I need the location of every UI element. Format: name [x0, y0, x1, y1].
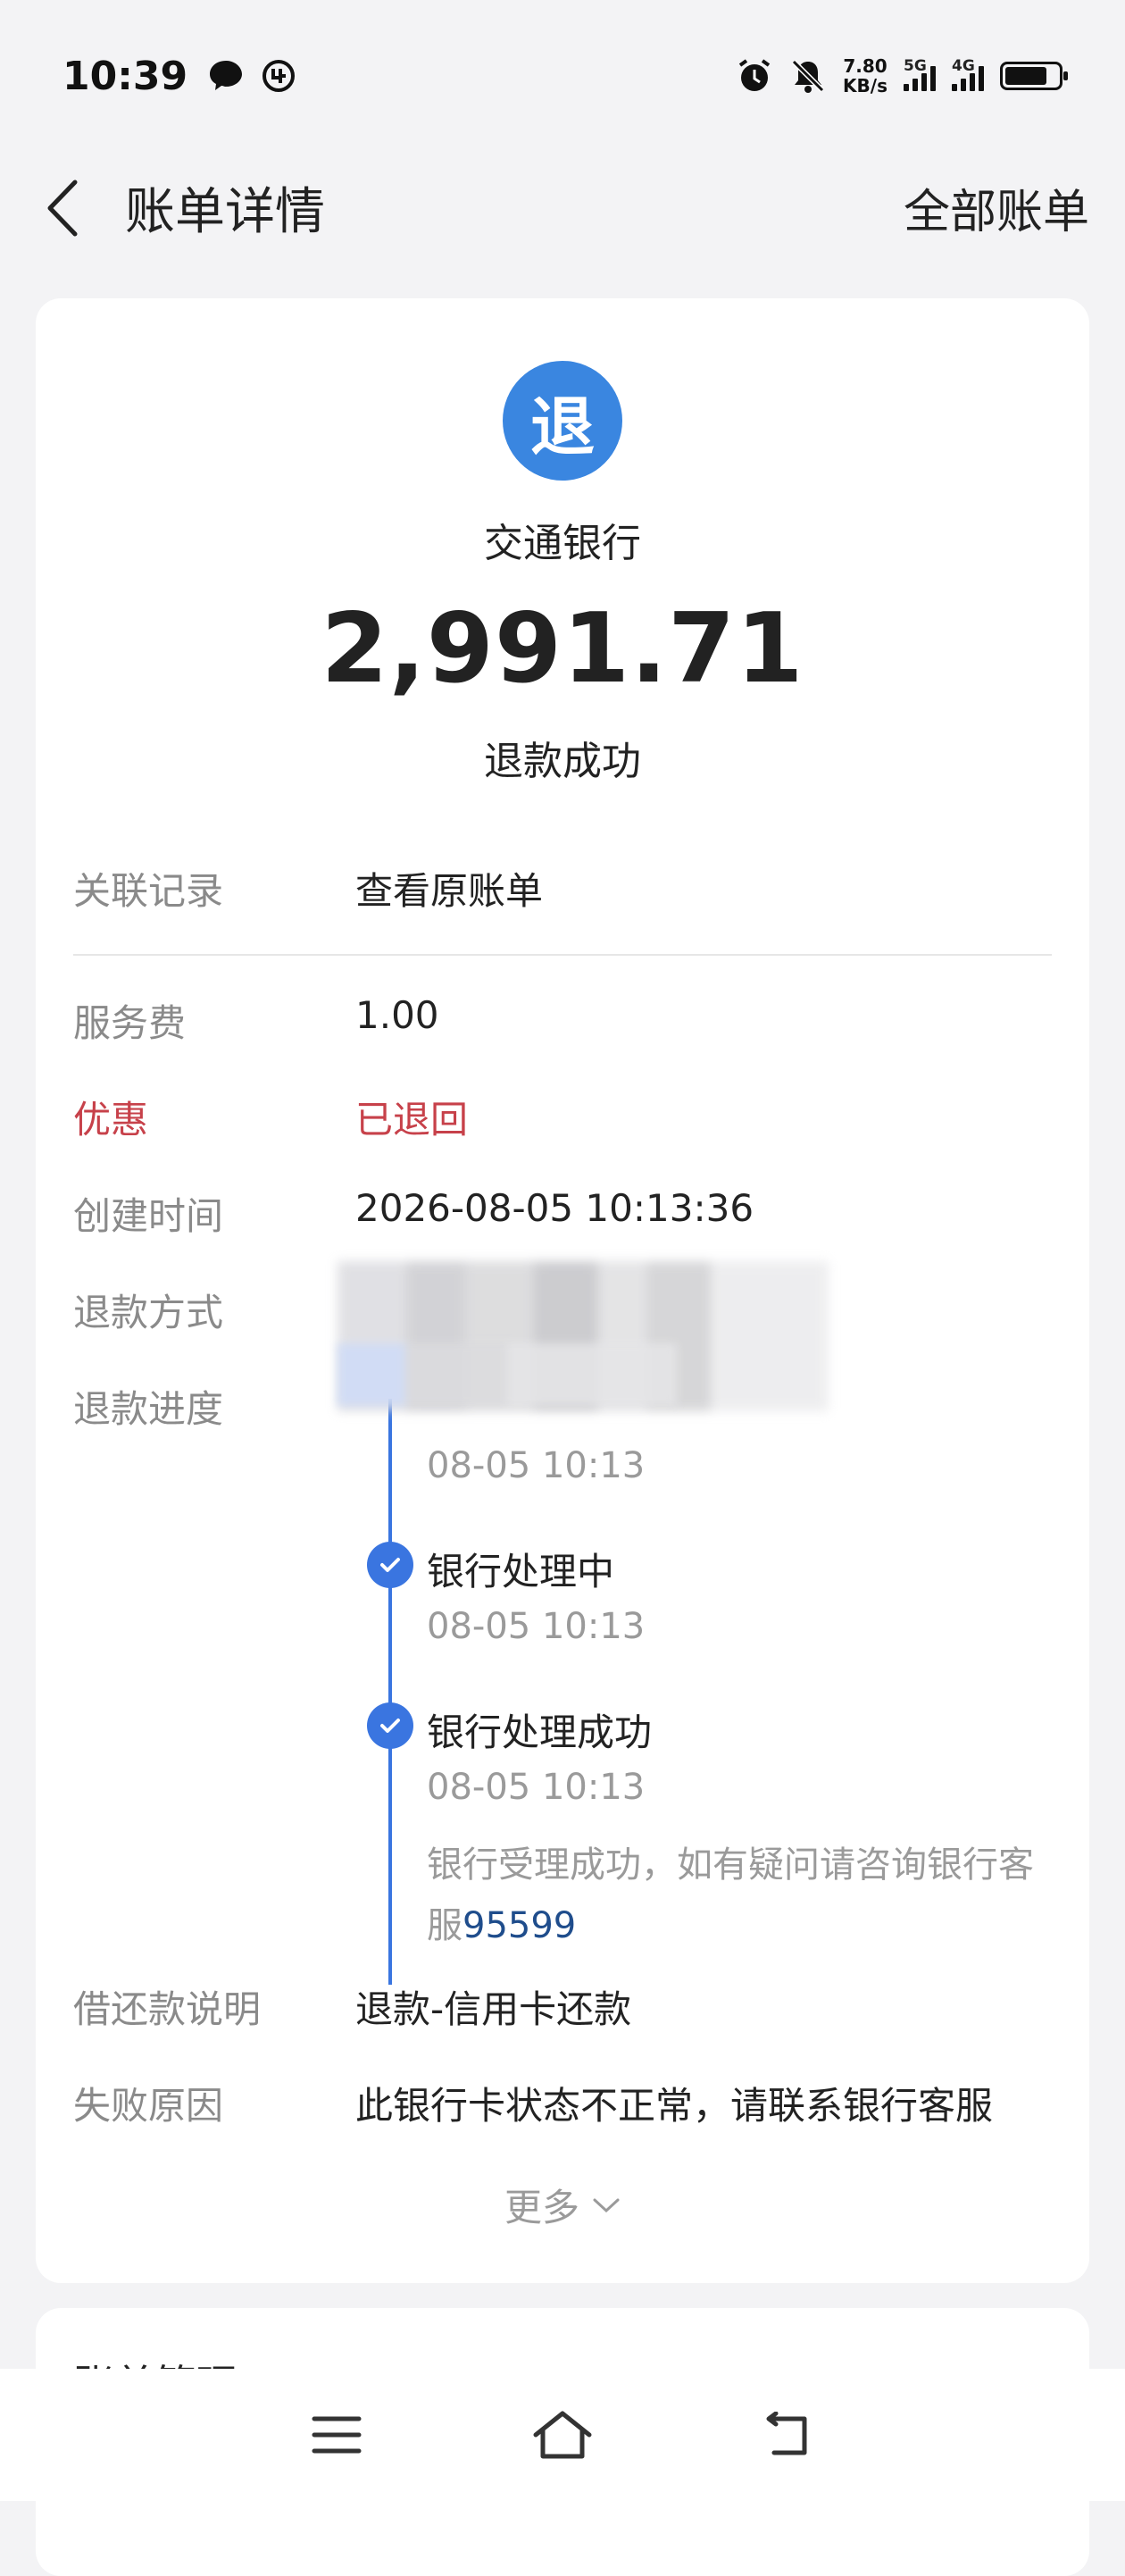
status-bar: 10:39 7.80 KB/s 5G 4G — [0, 0, 1125, 152]
view-original-bill-link[interactable]: 查看原账单 — [355, 861, 543, 916]
progress-step-2-time: 08-05 10:13 — [427, 1606, 646, 1647]
progress-step-1-time: 08-05 10:13 — [427, 1445, 646, 1486]
all-bills-link[interactable]: 全部账单 — [904, 174, 1089, 241]
refund-status: 退款成功 — [484, 739, 641, 784]
check-icon — [367, 1702, 413, 1749]
menu-icon — [312, 2416, 362, 2454]
bell-muted-icon — [791, 59, 825, 93]
signal-4g-icon: 4G — [952, 57, 984, 91]
signal-5g-icon: 5G — [904, 57, 936, 91]
bill-detail-card: 退 交通银行 2,991.71 退款成功 关联记录 查看原账单 服务费 1.00… — [36, 298, 1089, 2283]
return-icon — [766, 2412, 807, 2455]
system-nav-bar — [0, 2369, 1125, 2501]
alarm-icon — [738, 59, 771, 91]
progress-note: 银行受理成功，如有疑问请咨询银行客服95599 — [427, 1844, 1034, 1946]
app-notification-icon — [262, 60, 296, 92]
redacted-step-1 — [338, 1343, 677, 1406]
progress-step-2-title: 银行处理中 — [427, 1550, 615, 1593]
refund-badge-icon: 退 — [503, 361, 622, 481]
chevron-down-icon — [593, 2198, 620, 2212]
divider — [73, 954, 1052, 956]
home-button[interactable] — [522, 2395, 603, 2475]
bank-hotline-link[interactable]: 95599 — [462, 1905, 576, 1946]
battery-icon — [1000, 62, 1068, 90]
home-icon — [533, 2411, 592, 2459]
progress-step-3-title: 银行处理成功 — [427, 1710, 653, 1754]
net-speed: 7.80 KB/s — [843, 55, 888, 96]
nav-bar: 账单详情 全部账单 — [0, 152, 1125, 263]
menu-button[interactable] — [296, 2395, 377, 2475]
status-time: 10:39 — [62, 53, 188, 99]
message-bubble-icon — [210, 61, 243, 90]
progress-timeline-line — [388, 1399, 392, 1985]
check-icon — [367, 1542, 413, 1588]
back-nav-button[interactable] — [748, 2395, 829, 2475]
amount: 2,991.71 — [321, 593, 804, 705]
page-title: 账单详情 — [125, 183, 325, 241]
bank-name: 交通银行 — [484, 521, 641, 566]
chevron-left-icon — [47, 180, 78, 236]
progress-step-3-time: 08-05 10:13 — [427, 1767, 646, 1808]
back-button[interactable] — [36, 172, 89, 244]
more-button[interactable]: 更多 — [36, 2178, 1089, 2232]
